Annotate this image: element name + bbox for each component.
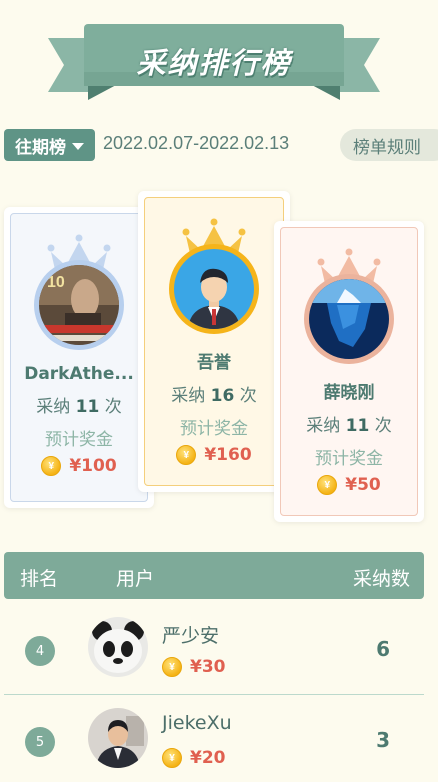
podium-name: DarkAthe... [24, 364, 134, 384]
podium-name: 薛晓刚 [323, 383, 375, 403]
ranking-table-header: 排名 用户 采纳数 [4, 552, 424, 599]
podium-name: 吾誉 [197, 353, 231, 373]
date-range: 2022.02.07-2022.02.13 [103, 133, 290, 153]
coin-icon: ¥ [162, 748, 182, 768]
panda-avatar [88, 617, 148, 677]
avatar: 10 [34, 260, 124, 350]
rank-badge: 5 [25, 727, 55, 757]
adoption-count: 采纳 11 次 [36, 397, 122, 417]
podium-card-rank-3[interactable]: 薛晓刚 采纳 11 次 预计奖金 ¥ ¥50 [274, 221, 424, 522]
prize-label: 预计奖金 [45, 430, 113, 450]
businessman-avatar [174, 249, 254, 329]
podium-card-rank-1[interactable]: 吾誉 采纳 16 次 预计奖金 ¥ ¥160 [138, 191, 290, 492]
prize-amount: ¥ ¥100 [41, 456, 117, 476]
coin-icon: ¥ [162, 657, 182, 677]
adoption-count: 6 [376, 637, 390, 661]
rank-badge: 4 [25, 636, 55, 666]
table-row[interactable]: 4 严少安 ¥ ¥30 6 [4, 605, 424, 695]
avatar [304, 274, 394, 364]
prize-amount: ¥ ¥50 [317, 475, 381, 495]
period-dropdown-label: 往期榜 [15, 137, 66, 158]
adoption-count: 3 [376, 728, 390, 752]
banner-title: 采纳排行榜 [136, 46, 292, 80]
prize-amount: ¥ ¥30 [162, 657, 226, 677]
rules-button[interactable]: 榜单规则 [340, 129, 438, 161]
prize-label: 预计奖金 [180, 419, 248, 439]
table-row[interactable]: 5 JiekeXu ¥ ¥20 3 [4, 696, 424, 782]
coin-icon: ¥ [41, 456, 62, 476]
user-name: JiekeXu [162, 712, 232, 734]
column-header-user: 用户 [116, 568, 155, 590]
iceberg-avatar [309, 279, 389, 359]
column-header-rank: 排名 [20, 568, 59, 590]
column-header-count: 采纳数 [352, 568, 410, 590]
coin-icon: ¥ [317, 475, 338, 495]
adoption-count: 采纳 11 次 [306, 416, 392, 436]
avatar [169, 244, 259, 334]
coin-icon: ¥ [176, 445, 197, 465]
photo-avatar [88, 708, 148, 768]
prize-amount: ¥ ¥160 [176, 445, 252, 465]
prize-label: 预计奖金 [315, 449, 383, 469]
game-poster-avatar: 10 [39, 265, 119, 345]
adoption-count: 采纳 16 次 [171, 386, 257, 406]
podium-card-rank-2[interactable]: 10 DarkAthe... 采纳 11 次 预计奖金 ¥ ¥100 [4, 207, 154, 508]
user-name: 严少安 [162, 625, 220, 647]
period-dropdown[interactable]: 往期榜 [4, 129, 95, 161]
caret-down-icon [72, 142, 84, 150]
svg-text:10: 10 [47, 274, 65, 291]
prize-amount: ¥ ¥20 [162, 748, 226, 768]
ranking-banner: 采纳排行榜 [48, 24, 380, 100]
